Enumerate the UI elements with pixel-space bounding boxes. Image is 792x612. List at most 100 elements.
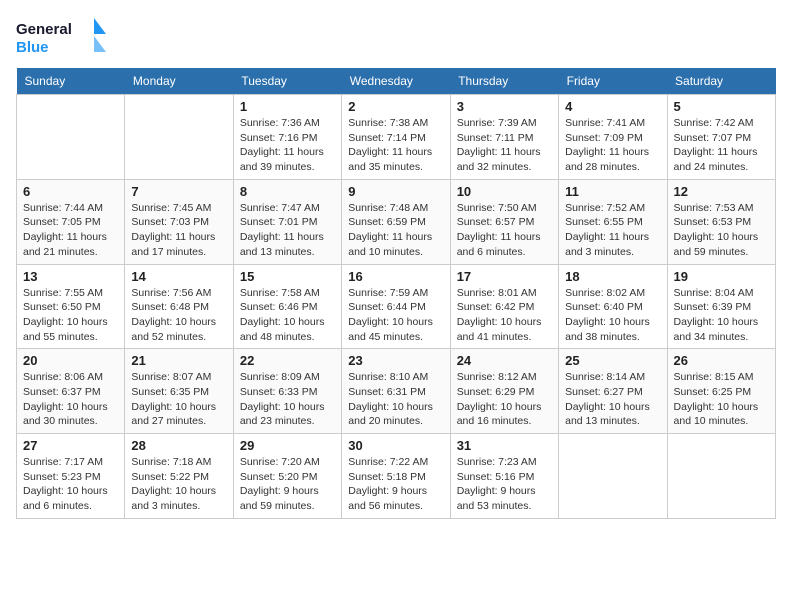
logo: General Blue	[16, 16, 106, 60]
day-number: 31	[457, 438, 552, 453]
calendar-cell: 25 Sunrise: 8:14 AM Sunset: 6:27 PM Dayli…	[559, 349, 667, 434]
cell-info: Sunrise: 8:12 AM Sunset: 6:29 PM Dayligh…	[457, 370, 552, 429]
cell-info: Sunrise: 8:04 AM Sunset: 6:39 PM Dayligh…	[674, 286, 769, 345]
day-number: 25	[565, 353, 660, 368]
day-number: 8	[240, 184, 335, 199]
calendar-cell: 2 Sunrise: 7:38 AM Sunset: 7:14 PM Daylig…	[342, 95, 450, 180]
cell-info: Sunrise: 7:39 AM Sunset: 7:11 PM Dayligh…	[457, 116, 552, 175]
calendar-cell	[17, 95, 125, 180]
calendar-cell: 23 Sunrise: 8:10 AM Sunset: 6:31 PM Dayli…	[342, 349, 450, 434]
calendar-cell: 21 Sunrise: 8:07 AM Sunset: 6:35 PM Dayli…	[125, 349, 233, 434]
day-number: 23	[348, 353, 443, 368]
calendar-cell: 8 Sunrise: 7:47 AM Sunset: 7:01 PM Daylig…	[233, 179, 341, 264]
day-number: 20	[23, 353, 118, 368]
calendar-cell: 11Sunrise: 7:52 AM Sunset: 6:55 PM Dayli…	[559, 179, 667, 264]
day-number: 28	[131, 438, 226, 453]
week-row-2: 6 Sunrise: 7:44 AM Sunset: 7:05 PM Daylig…	[17, 179, 776, 264]
calendar-cell: 27 Sunrise: 7:17 AM Sunset: 5:23 PM Dayli…	[17, 434, 125, 519]
day-number: 16	[348, 269, 443, 284]
calendar-cell: 31 Sunrise: 7:23 AM Sunset: 5:16 PM Dayli…	[450, 434, 558, 519]
general-blue-logo: General Blue	[16, 16, 106, 60]
cell-info: Sunrise: 7:23 AM Sunset: 5:16 PM Dayligh…	[457, 455, 552, 514]
calendar-cell: 14Sunrise: 7:56 AM Sunset: 6:48 PM Dayli…	[125, 264, 233, 349]
cell-info: Sunrise: 7:53 AM Sunset: 6:53 PM Dayligh…	[674, 201, 769, 260]
cell-info: Sunrise: 8:07 AM Sunset: 6:35 PM Dayligh…	[131, 370, 226, 429]
day-number: 6	[23, 184, 118, 199]
calendar-cell: 17 Sunrise: 8:01 AM Sunset: 6:42 PM Dayli…	[450, 264, 558, 349]
header-row: SundayMondayTuesdayWednesdayThursdayFrid…	[17, 68, 776, 95]
day-number: 12	[674, 184, 769, 199]
week-row-1: 1 Sunrise: 7:36 AM Sunset: 7:16 PM Daylig…	[17, 95, 776, 180]
day-number: 17	[457, 269, 552, 284]
cell-info: Sunrise: 8:10 AM Sunset: 6:31 PM Dayligh…	[348, 370, 443, 429]
week-row-4: 20Sunrise: 8:06 AM Sunset: 6:37 PM Dayli…	[17, 349, 776, 434]
day-number: 30	[348, 438, 443, 453]
cell-info: Sunrise: 8:09 AM Sunset: 6:33 PM Dayligh…	[240, 370, 335, 429]
calendar-cell: 19 Sunrise: 8:04 AM Sunset: 6:39 PM Dayli…	[667, 264, 775, 349]
day-number: 21	[131, 353, 226, 368]
calendar-header: SundayMondayTuesdayWednesdayThursdayFrid…	[17, 68, 776, 95]
cell-info: Sunrise: 7:52 AM Sunset: 6:55 PM Dayligh…	[565, 201, 660, 260]
day-number: 2	[348, 99, 443, 114]
cell-info: Sunrise: 8:14 AM Sunset: 6:27 PM Dayligh…	[565, 370, 660, 429]
cell-info: Sunrise: 7:38 AM Sunset: 7:14 PM Dayligh…	[348, 116, 443, 175]
day-number: 14	[131, 269, 226, 284]
calendar-cell: 29Sunrise: 7:20 AM Sunset: 5:20 PM Dayli…	[233, 434, 341, 519]
day-number: 26	[674, 353, 769, 368]
cell-info: Sunrise: 7:58 AM Sunset: 6:46 PM Dayligh…	[240, 286, 335, 345]
day-number: 19	[674, 269, 769, 284]
svg-text:Blue: Blue	[16, 39, 49, 56]
week-row-3: 13Sunrise: 7:55 AM Sunset: 6:50 PM Dayli…	[17, 264, 776, 349]
col-header-monday: Monday	[125, 68, 233, 95]
calendar-body: 1 Sunrise: 7:36 AM Sunset: 7:16 PM Daylig…	[17, 95, 776, 519]
calendar-cell: 9Sunrise: 7:48 AM Sunset: 6:59 PM Daylig…	[342, 179, 450, 264]
day-number: 18	[565, 269, 660, 284]
cell-info: Sunrise: 7:50 AM Sunset: 6:57 PM Dayligh…	[457, 201, 552, 260]
cell-info: Sunrise: 7:45 AM Sunset: 7:03 PM Dayligh…	[131, 201, 226, 260]
cell-info: Sunrise: 8:15 AM Sunset: 6:25 PM Dayligh…	[674, 370, 769, 429]
calendar-cell: 13Sunrise: 7:55 AM Sunset: 6:50 PM Dayli…	[17, 264, 125, 349]
calendar-table: SundayMondayTuesdayWednesdayThursdayFrid…	[16, 68, 776, 519]
calendar-cell	[559, 434, 667, 519]
day-number: 5	[674, 99, 769, 114]
day-number: 13	[23, 269, 118, 284]
day-number: 29	[240, 438, 335, 453]
calendar-cell: 28 Sunrise: 7:18 AM Sunset: 5:22 PM Dayli…	[125, 434, 233, 519]
week-row-5: 27 Sunrise: 7:17 AM Sunset: 5:23 PM Dayli…	[17, 434, 776, 519]
day-number: 22	[240, 353, 335, 368]
calendar-cell	[125, 95, 233, 180]
cell-info: Sunrise: 7:44 AM Sunset: 7:05 PM Dayligh…	[23, 201, 118, 260]
col-header-thursday: Thursday	[450, 68, 558, 95]
cell-info: Sunrise: 7:17 AM Sunset: 5:23 PM Dayligh…	[23, 455, 118, 514]
calendar-cell: 1 Sunrise: 7:36 AM Sunset: 7:16 PM Daylig…	[233, 95, 341, 180]
calendar-cell: 4Sunrise: 7:41 AM Sunset: 7:09 PM Daylig…	[559, 95, 667, 180]
calendar-cell: 26 Sunrise: 8:15 AM Sunset: 6:25 PM Dayli…	[667, 349, 775, 434]
day-number: 1	[240, 99, 335, 114]
calendar-cell: 6 Sunrise: 7:44 AM Sunset: 7:05 PM Daylig…	[17, 179, 125, 264]
cell-info: Sunrise: 8:02 AM Sunset: 6:40 PM Dayligh…	[565, 286, 660, 345]
calendar-cell: 24 Sunrise: 8:12 AM Sunset: 6:29 PM Dayli…	[450, 349, 558, 434]
calendar-cell: 18 Sunrise: 8:02 AM Sunset: 6:40 PM Dayli…	[559, 264, 667, 349]
col-header-friday: Friday	[559, 68, 667, 95]
col-header-sunday: Sunday	[17, 68, 125, 95]
cell-info: Sunrise: 7:59 AM Sunset: 6:44 PM Dayligh…	[348, 286, 443, 345]
col-header-wednesday: Wednesday	[342, 68, 450, 95]
calendar-cell: 10 Sunrise: 7:50 AM Sunset: 6:57 PM Dayli…	[450, 179, 558, 264]
day-number: 10	[457, 184, 552, 199]
calendar-cell: 3 Sunrise: 7:39 AM Sunset: 7:11 PM Daylig…	[450, 95, 558, 180]
cell-info: Sunrise: 7:42 AM Sunset: 7:07 PM Dayligh…	[674, 116, 769, 175]
calendar-cell: 20Sunrise: 8:06 AM Sunset: 6:37 PM Dayli…	[17, 349, 125, 434]
day-number: 3	[457, 99, 552, 114]
day-number: 27	[23, 438, 118, 453]
calendar-cell: 16 Sunrise: 7:59 AM Sunset: 6:44 PM Dayli…	[342, 264, 450, 349]
cell-info: Sunrise: 8:01 AM Sunset: 6:42 PM Dayligh…	[457, 286, 552, 345]
calendar-cell: 5 Sunrise: 7:42 AM Sunset: 7:07 PM Daylig…	[667, 95, 775, 180]
calendar-cell: 22 Sunrise: 8:09 AM Sunset: 6:33 PM Dayli…	[233, 349, 341, 434]
day-number: 24	[457, 353, 552, 368]
cell-info: Sunrise: 7:18 AM Sunset: 5:22 PM Dayligh…	[131, 455, 226, 514]
cell-info: Sunrise: 7:47 AM Sunset: 7:01 PM Dayligh…	[240, 201, 335, 260]
col-header-tuesday: Tuesday	[233, 68, 341, 95]
cell-info: Sunrise: 7:36 AM Sunset: 7:16 PM Dayligh…	[240, 116, 335, 175]
page-header: General Blue	[16, 16, 776, 60]
col-header-saturday: Saturday	[667, 68, 775, 95]
